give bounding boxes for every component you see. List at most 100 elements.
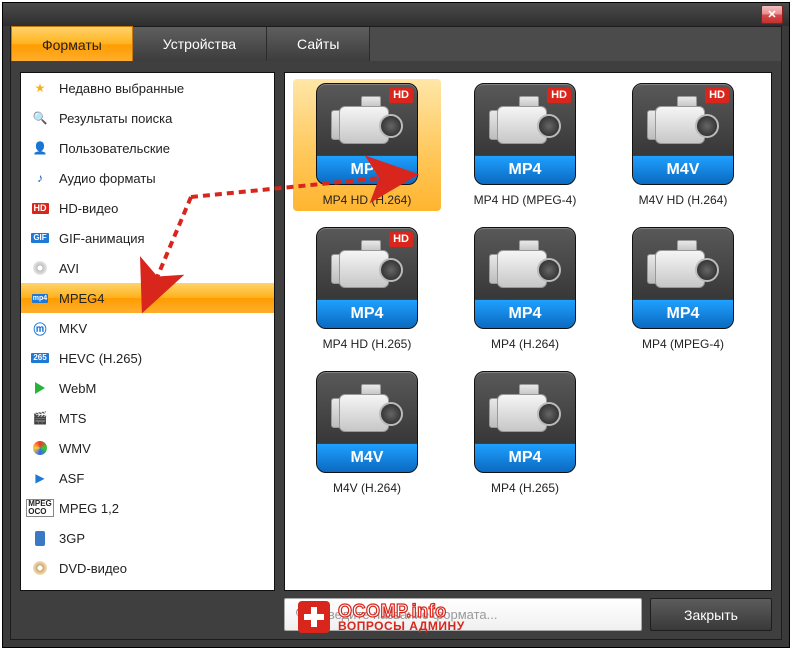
format-tile-mp4-hd-mpeg-4-[interactable]: HDMP4 MP4 HD (MPEG-4) bbox=[455, 83, 595, 207]
star-icon: ★ bbox=[31, 79, 49, 97]
format-grid: HDMP4MP4 HD (H.264)HDMP4MP4 HD (MPEG-4)H… bbox=[285, 73, 771, 505]
phone-icon bbox=[31, 529, 49, 547]
sidebar-item-gif-анимация[interactable]: GIF GIF-анимация bbox=[21, 223, 274, 253]
camcorder-icon bbox=[489, 384, 559, 436]
format-thumbnail: MP4 bbox=[632, 227, 734, 329]
format-thumbnail: M4V bbox=[316, 371, 418, 473]
gif-icon: GIF bbox=[31, 229, 49, 247]
window-close-button[interactable]: ✕ bbox=[761, 5, 783, 24]
sidebar-item-3gp[interactable]: 3GP bbox=[21, 523, 274, 553]
sidebar-item-mpeg-1-2[interactable]: MPEGOCO MPEG 1,2 bbox=[21, 493, 274, 523]
sidebar-item-label: Результаты поиска bbox=[59, 111, 172, 126]
tab-sites[interactable]: Сайты bbox=[267, 27, 370, 61]
hd-badge: HD bbox=[389, 232, 413, 247]
sidebar-item-label: GIF-анимация bbox=[59, 231, 145, 246]
hd-badge: HD bbox=[547, 88, 571, 103]
sidebar-item-label: MPEG 1,2 bbox=[59, 501, 119, 516]
format-thumbnail: HD M4V bbox=[632, 83, 734, 185]
sidebar-item-flash-видео[interactable]: f Flash-видео bbox=[21, 583, 274, 591]
close-button-label: Закрыть bbox=[684, 607, 738, 623]
sidebar-item-wmv[interactable]: WMV bbox=[21, 433, 274, 463]
sidebar-item-asf[interactable]: ▶ ASF bbox=[21, 463, 274, 493]
format-grid-pane: HDMP4MP4 HD (H.264)HDMP4MP4 HD (MPEG-4)H… bbox=[284, 72, 772, 591]
sidebar-item-hevc-h-265-[interactable]: 265HEVC (H.265) bbox=[21, 343, 274, 373]
sidebar-item-пользовательские[interactable]: 👤 Пользовательские bbox=[21, 133, 274, 163]
sidebar-item-label: 3GP bbox=[59, 531, 85, 546]
tab-devices[interactable]: Устройства bbox=[133, 27, 267, 61]
hd-badge: HD bbox=[389, 88, 413, 103]
format-thumbnail: MP4 bbox=[474, 227, 576, 329]
sidebar-item-label: DVD-видео bbox=[59, 561, 127, 576]
hd-badge: HD bbox=[705, 88, 729, 103]
titlebar: ✕ bbox=[3, 3, 789, 26]
sidebar-item-label: Пользовательские bbox=[59, 141, 170, 156]
sidebar-item-label: Недавно выбранные bbox=[59, 81, 184, 96]
sidebar-item-результаты-поиска[interactable]: 🔍 Результаты поиска bbox=[21, 103, 274, 133]
wmv-icon bbox=[31, 439, 49, 457]
clap-icon: 🎬 bbox=[31, 409, 49, 427]
camcorder-icon bbox=[647, 96, 717, 148]
play-icon bbox=[31, 379, 49, 397]
search-icon: 🔍 bbox=[295, 607, 311, 623]
format-strip: MP4 bbox=[475, 299, 575, 328]
sidebar-item-hd-видео[interactable]: HDHD-видео bbox=[21, 193, 274, 223]
sidebar-item-недавно-выбранные[interactable]: ★ Недавно выбранные bbox=[21, 73, 274, 103]
tab-label: Форматы bbox=[42, 37, 102, 53]
sidebar-item-dvd-видео[interactable]: DVD-видео bbox=[21, 553, 274, 583]
format-tile-mp4-h-264-[interactable]: MP4 MP4 (H.264) bbox=[455, 227, 595, 351]
camcorder-icon bbox=[489, 96, 559, 148]
format-thumbnail: HD MP4 bbox=[316, 227, 418, 329]
camcorder-icon bbox=[331, 96, 401, 148]
format-strip: M4V bbox=[317, 443, 417, 472]
note-icon: ♪ bbox=[31, 169, 49, 187]
sidebar-item-mts[interactable]: 🎬MTS bbox=[21, 403, 274, 433]
dvd-icon bbox=[31, 559, 49, 577]
dialog: Форматы Устройства Сайты ★ Недавно выбран… bbox=[10, 26, 782, 640]
sidebar-item-webm[interactable]: WebM bbox=[21, 373, 274, 403]
format-strip: M4V bbox=[633, 155, 733, 184]
sidebar-item-аудио-форматы[interactable]: ♪ Аудио форматы bbox=[21, 163, 274, 193]
format-tile-mp4-hd-h-265-[interactable]: HD MP4 MP4 HD (H.265) bbox=[297, 227, 437, 351]
sidebar-item-label: Аудио форматы bbox=[59, 171, 156, 186]
sidebar-item-label: HD-видео bbox=[59, 201, 118, 216]
sidebar-item-label: AVI bbox=[59, 261, 79, 276]
format-thumbnail: HD MP4 bbox=[316, 83, 418, 185]
camcorder-icon bbox=[331, 384, 401, 436]
search-icon: 🔍 bbox=[31, 109, 49, 127]
sidebar-item-label: Flash-видео bbox=[59, 591, 131, 592]
flash-icon: f bbox=[31, 589, 49, 591]
format-tile-mp4-h-265-[interactable]: MP4MP4 (H.265) bbox=[455, 371, 595, 495]
format-thumbnail: HDMP4 bbox=[474, 83, 576, 185]
tab-formats[interactable]: Форматы bbox=[11, 26, 133, 62]
format-strip: MP4 bbox=[633, 299, 733, 328]
close-button[interactable]: Закрыть bbox=[650, 598, 772, 631]
format-tile-m4v-hd-h-264-[interactable]: HDM4VM4V HD (H.264) bbox=[613, 83, 753, 207]
format-strip: MP4 bbox=[317, 155, 417, 184]
tab-label: Сайты bbox=[297, 36, 339, 52]
format-tile-m4v-h-264-[interactable]: M4V M4V (H.264) bbox=[297, 371, 437, 495]
format-tile-label: MP4 (H.264) bbox=[455, 337, 595, 351]
format-tile-mp4-mpeg-4-[interactable]: MP4MP4 (MPEG-4) bbox=[613, 227, 753, 351]
265-icon: 265 bbox=[31, 349, 49, 367]
sidebar-item-mkv[interactable]: ⓜ MKV bbox=[21, 313, 274, 343]
app-window: ✕ Форматы Устройства Сайты ★ Недавно выбр… bbox=[2, 2, 790, 648]
camcorder-icon bbox=[489, 240, 559, 292]
format-strip: MP4 bbox=[317, 299, 417, 328]
format-tile-label: MP4 HD (MPEG-4) bbox=[455, 193, 595, 207]
mkv-icon: ⓜ bbox=[31, 319, 49, 337]
mpeg-icon: MPEGOCO bbox=[31, 499, 49, 517]
sidebar-item-mpeg4[interactable]: mp4MPEG4 bbox=[21, 283, 274, 313]
format-tile-label: M4V (H.264) bbox=[297, 481, 437, 495]
dialog-body: ★ Недавно выбранные 🔍 Результаты поиска 👤 Пол… bbox=[11, 61, 781, 639]
disc-icon bbox=[31, 259, 49, 277]
asf-icon: ▶ bbox=[31, 469, 49, 487]
sidebar-item-avi[interactable]: AVI bbox=[21, 253, 274, 283]
sidebar-item-label: ASF bbox=[59, 471, 84, 486]
sidebar: ★ Недавно выбранные 🔍 Результаты поиска 👤 Пол… bbox=[20, 72, 275, 591]
user-icon: 👤 bbox=[31, 139, 49, 157]
sidebar-item-label: MKV bbox=[59, 321, 87, 336]
format-tile-mp4-hd-h-264-[interactable]: HDMP4MP4 HD (H.264) bbox=[293, 79, 441, 211]
format-tile-label: MP4 HD (H.265) bbox=[297, 337, 437, 351]
close-icon: ✕ bbox=[767, 8, 776, 21]
search-input[interactable]: 🔍 Введите название формата... bbox=[284, 598, 642, 631]
